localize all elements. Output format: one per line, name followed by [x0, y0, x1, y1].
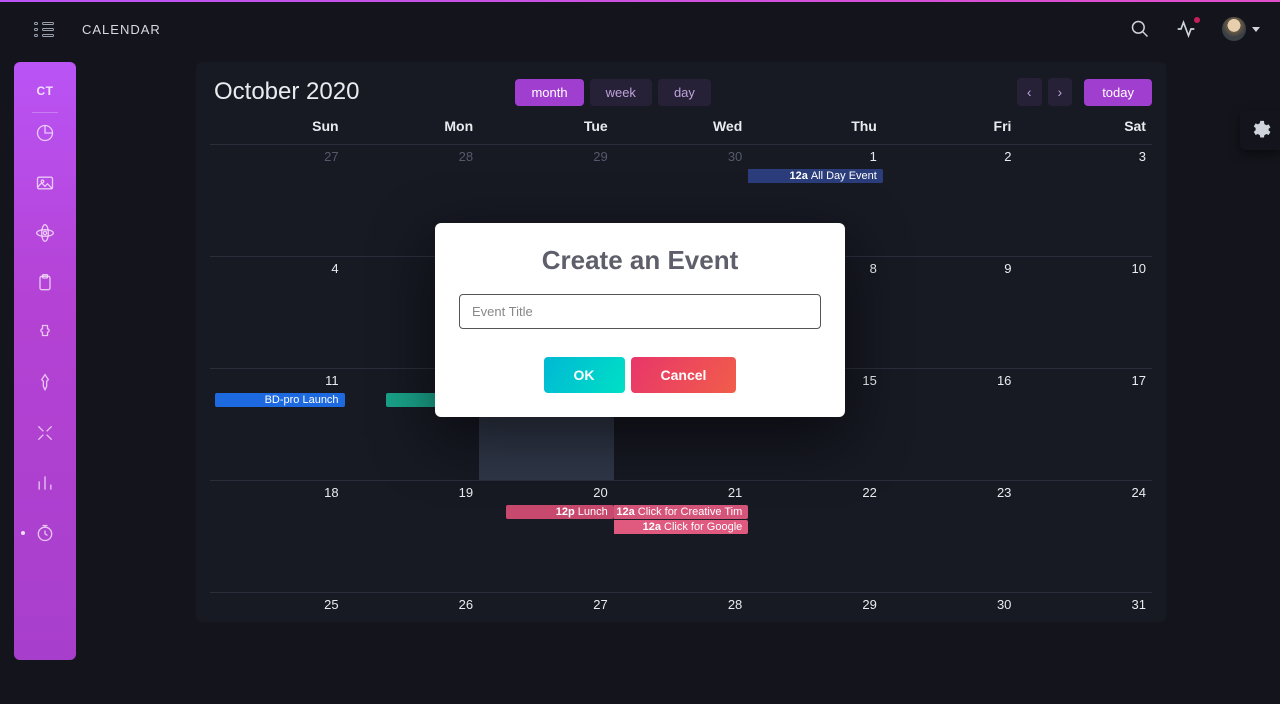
- calendar-event[interactable]: BD-pro Launch: [215, 393, 345, 407]
- calendar-event[interactable]: 12aClick for Creative Tim: [614, 505, 749, 519]
- day-cell[interactable]: 2012pLunch: [479, 480, 614, 592]
- view-week-button[interactable]: week: [590, 79, 652, 106]
- today-button[interactable]: today: [1084, 79, 1152, 106]
- modal-ok-button[interactable]: OK: [544, 357, 625, 393]
- day-header: Sun: [210, 114, 345, 144]
- user-menu[interactable]: [1222, 17, 1260, 41]
- day-cell[interactable]: 24: [1017, 480, 1152, 592]
- day-header: Mon: [345, 114, 480, 144]
- create-event-modal: Create an Event OK Cancel: [435, 223, 845, 417]
- search-icon[interactable]: [1130, 19, 1150, 39]
- image-icon[interactable]: [35, 173, 55, 193]
- bar-chart-icon[interactable]: [35, 473, 55, 493]
- pin-icon[interactable]: [35, 373, 55, 393]
- calendar-event[interactable]: 12pLunch: [506, 505, 614, 519]
- day-cell[interactable]: 19: [345, 480, 480, 592]
- topbar: CALENDAR: [0, 2, 1280, 56]
- puzzle-icon[interactable]: [35, 323, 55, 343]
- day-cell[interactable]: 16: [883, 368, 1018, 480]
- day-cell[interactable]: 3: [1017, 144, 1152, 256]
- day-cell[interactable]: 27: [210, 144, 345, 256]
- day-cell[interactable]: 9: [883, 256, 1018, 368]
- day-cell[interactable]: 10: [1017, 256, 1152, 368]
- day-cell[interactable]: 23: [883, 480, 1018, 592]
- event-title-input[interactable]: [459, 294, 821, 329]
- calendar-event[interactable]: 12aClick for Google: [614, 520, 749, 534]
- menu-toggle-icon[interactable]: [34, 22, 54, 37]
- day-cell[interactable]: 27: [479, 592, 614, 704]
- day-cell[interactable]: 22: [748, 480, 883, 592]
- day-cell[interactable]: 11BD-pro Launch: [210, 368, 345, 480]
- sidebar: CT: [14, 62, 76, 660]
- day-cell[interactable]: 29: [748, 592, 883, 704]
- prev-button[interactable]: ‹: [1017, 78, 1042, 106]
- clock-icon[interactable]: [35, 523, 55, 543]
- calendar-event[interactable]: 12aAll Day Event: [748, 169, 883, 183]
- day-cell[interactable]: 18: [210, 480, 345, 592]
- view-month-button[interactable]: month: [515, 79, 583, 106]
- modal-title: Create an Event: [459, 245, 821, 276]
- gear-icon: [1249, 119, 1271, 141]
- day-cell[interactable]: 28: [614, 592, 749, 704]
- tools-icon[interactable]: [35, 423, 55, 443]
- activity-icon[interactable]: [1176, 19, 1196, 39]
- clipboard-icon[interactable]: [35, 273, 55, 293]
- day-cell[interactable]: 25: [210, 592, 345, 704]
- avatar: [1222, 17, 1246, 41]
- atom-icon[interactable]: [35, 223, 55, 243]
- next-button[interactable]: ›: [1048, 78, 1073, 106]
- modal-cancel-button[interactable]: Cancel: [631, 357, 737, 393]
- chart-pie-icon[interactable]: [35, 123, 55, 143]
- day-header: Tue: [479, 114, 614, 144]
- sidebar-brand: CT: [14, 84, 76, 98]
- day-cell[interactable]: 2112aClick for Creative Tim12aClick for …: [614, 480, 749, 592]
- day-cell[interactable]: 17: [1017, 368, 1152, 480]
- day-cell[interactable]: 31: [1017, 592, 1152, 704]
- day-header: Fri: [883, 114, 1018, 144]
- day-header: Sat: [1017, 114, 1152, 144]
- day-cell[interactable]: 26: [345, 592, 480, 704]
- day-cell[interactable]: 30: [883, 592, 1018, 704]
- settings-float-button[interactable]: [1240, 110, 1280, 150]
- page-title: CALENDAR: [82, 22, 161, 37]
- view-day-button[interactable]: day: [658, 79, 711, 106]
- day-cell[interactable]: 4: [210, 256, 345, 368]
- day-header: Thu: [748, 114, 883, 144]
- day-cell[interactable]: 2: [883, 144, 1018, 256]
- day-header: Wed: [614, 114, 749, 144]
- chevron-down-icon: [1252, 27, 1260, 32]
- calendar-title: October 2020: [214, 78, 359, 106]
